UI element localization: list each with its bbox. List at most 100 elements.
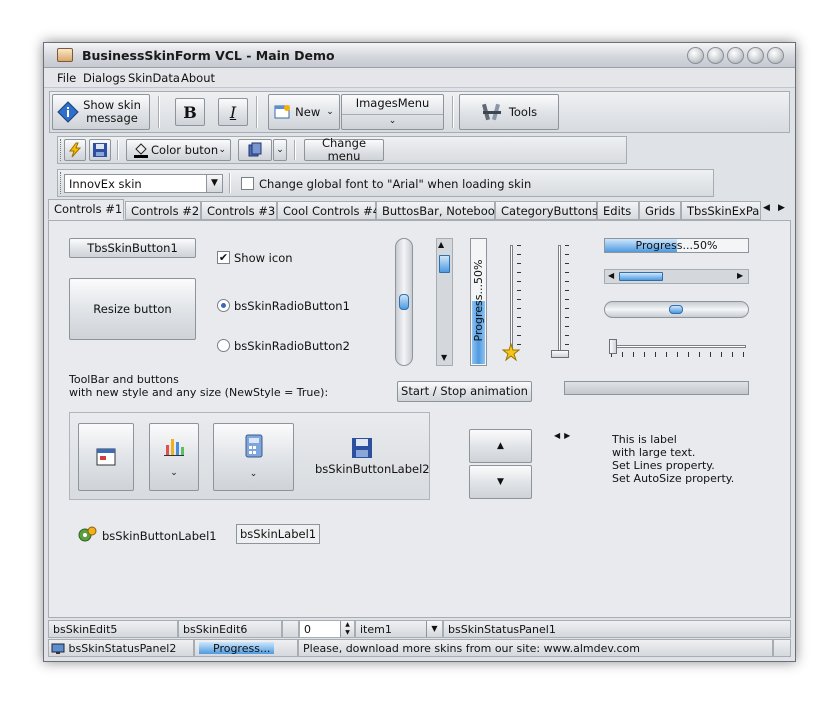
spin-arrows-horizontal[interactable]: ◀▶ xyxy=(554,431,579,445)
maximize-button[interactable] xyxy=(747,47,764,64)
skin-select[interactable]: InnovEx skin ▼ xyxy=(64,174,223,193)
bold-button[interactable]: B xyxy=(175,98,205,126)
skin-edit-5[interactable]: bsSkinEdit5 xyxy=(48,620,178,638)
skin-edit-6[interactable]: bsSkinEdit6 xyxy=(178,620,282,638)
tab-scroll-right-icon[interactable]: ▶ xyxy=(778,203,785,213)
window-button[interactable] xyxy=(78,423,134,491)
copy-button[interactable] xyxy=(238,139,272,161)
italic-button[interactable]: I xyxy=(218,98,248,126)
scroll-up-icon[interactable]: ▲ xyxy=(438,240,444,249)
tab-categorybuttons[interactable]: CategoryButtons xyxy=(495,201,598,220)
menu-dialogs[interactable]: Dialogs xyxy=(83,71,126,85)
size-grip[interactable] xyxy=(773,639,791,657)
button-label-2[interactable]: bsSkinButtonLabel2 xyxy=(315,462,430,476)
minimize-button[interactable] xyxy=(727,47,744,64)
change-menu-button[interactable]: Change menu xyxy=(304,137,384,163)
tab-controls-3[interactable]: Controls #3 xyxy=(201,201,277,220)
tab-edits[interactable]: Edits xyxy=(597,201,639,220)
resize-button[interactable]: Resize button xyxy=(69,278,196,340)
title-bar[interactable]: BusinessSkinForm VCL - Main Demo xyxy=(44,43,795,68)
tab-scroll-left-icon[interactable]: ◀ xyxy=(763,203,770,213)
menu-about[interactable]: About xyxy=(181,71,215,85)
page-tabs: Controls #1 Controls #2 Controls #3 Cool… xyxy=(48,199,793,220)
paint-bucket-icon xyxy=(134,143,148,158)
calculator-button[interactable]: ⌄ xyxy=(213,423,294,491)
button-label-1[interactable]: bsSkinButtonLabel1 xyxy=(102,529,217,543)
status-progress: Progress... xyxy=(194,639,298,657)
chevron-down-icon[interactable]: ▼ xyxy=(426,621,442,637)
down-arrow-button[interactable]: ▼ xyxy=(469,465,532,499)
tab-buttonsbar-notebook[interactable]: ButtosBar, Notebook xyxy=(376,201,501,220)
tools-button[interactable]: Tools xyxy=(459,94,559,130)
radio-button-2[interactable] xyxy=(217,339,230,352)
secondary-toolbar: Color buton ⌄ ⌄ Change menu xyxy=(57,136,627,164)
trackbar-thumb[interactable] xyxy=(669,305,683,314)
start-stop-animation-button[interactable]: Start / Stop animation xyxy=(397,381,532,402)
tab-cool-controls-4[interactable]: Cool Controls #4 xyxy=(277,201,380,220)
trackbar-thumb[interactable] xyxy=(551,350,569,358)
tab-controls-1[interactable]: Controls #1 xyxy=(48,199,124,220)
info-icon xyxy=(57,101,79,123)
horizontal-trackbar-rounded[interactable] xyxy=(604,301,749,318)
gears-icon xyxy=(78,526,97,542)
toolbar-caption-line1: ToolBar and buttons xyxy=(69,373,179,386)
horizontal-trackbar[interactable] xyxy=(611,345,746,348)
menu-file[interactable]: File xyxy=(57,71,76,85)
close-button[interactable] xyxy=(767,47,784,64)
up-arrow-button[interactable]: ▲ xyxy=(469,429,532,463)
toolbar-grip[interactable] xyxy=(60,172,62,194)
trackbar-thumb[interactable] xyxy=(399,294,409,310)
trackbar-ticks xyxy=(611,352,746,357)
app-icon[interactable] xyxy=(57,48,73,62)
spin-edit[interactable]: 0 ▲ ▼ xyxy=(299,620,355,638)
scrollbar-thumb[interactable] xyxy=(439,255,450,273)
star-thumb-icon[interactable] xyxy=(502,343,520,361)
tab-grids[interactable]: Grids xyxy=(639,201,681,220)
tbs-skin-button1[interactable]: TbsSkinButton1 xyxy=(69,238,196,258)
vertical-scrollbar[interactable]: ▲ ▼ xyxy=(436,238,453,366)
show-icon-label: Show icon xyxy=(234,251,293,265)
scroll-left-icon[interactable]: ◀ xyxy=(608,271,614,280)
radio-button-1[interactable] xyxy=(217,299,230,312)
large-label-line: with large text. xyxy=(612,446,696,459)
spin-edit-value: 0 xyxy=(304,623,311,636)
toolbar-grip[interactable] xyxy=(60,139,62,161)
status-panel-1: bsSkinStatusPanel1 xyxy=(443,620,791,638)
scroll-right-icon[interactable]: ▶ xyxy=(737,271,743,280)
lightning-button[interactable] xyxy=(64,139,86,161)
global-font-checkbox-label: Change global font to "Arial" when loadi… xyxy=(259,177,532,191)
scrollbar-thumb[interactable] xyxy=(619,272,663,281)
arrow-up-icon: ▲ xyxy=(497,440,504,451)
rollup-button[interactable] xyxy=(707,47,724,64)
show-skin-message-button[interactable]: Show skin message xyxy=(52,94,150,130)
toolbar-separator xyxy=(294,140,296,160)
new-document-icon xyxy=(274,105,291,119)
chevron-down-icon[interactable]: ▼ xyxy=(206,175,222,192)
large-label-line: Set Lines property. xyxy=(612,459,715,472)
tab-controls-2[interactable]: Controls #2 xyxy=(125,201,201,220)
horizontal-scrollbar[interactable]: ◀ ▶ xyxy=(604,269,749,284)
global-font-checkbox[interactable] xyxy=(241,177,254,190)
chart-button[interactable]: ⌄ xyxy=(149,423,199,491)
tab-tbsskinexpanel[interactable]: TbsSkinExPan xyxy=(681,201,761,220)
save-button[interactable] xyxy=(89,139,111,161)
menu-skindata[interactable]: SkinData xyxy=(128,71,180,85)
item-select[interactable]: item1 ▼ xyxy=(355,620,443,638)
vertical-trackbar[interactable] xyxy=(558,245,561,355)
large-label-line: Set AutoSize property. xyxy=(612,472,735,485)
new-button[interactable]: New ⌄ xyxy=(268,94,340,130)
chevron-down-icon: ⌄ xyxy=(326,106,334,117)
vertical-trackbar-star[interactable] xyxy=(510,245,513,351)
toolbar-separator xyxy=(256,96,258,128)
vertical-trackbar-rounded[interactable] xyxy=(395,238,413,366)
spin-buttons[interactable]: ▲ ▼ xyxy=(340,621,354,637)
trackbar-thumb[interactable] xyxy=(609,339,617,354)
minimize-to-tray-button[interactable] xyxy=(687,47,704,64)
scroll-down-icon[interactable]: ▼ xyxy=(441,353,447,362)
show-icon-checkbox[interactable]: ✔ xyxy=(217,251,230,264)
toolbar-separator xyxy=(452,96,454,128)
copy-dropdown-button[interactable]: ⌄ xyxy=(273,139,287,161)
vertical-progress-bar: Progress...50% xyxy=(470,238,487,366)
color-button[interactable]: Color buton ⌄ xyxy=(126,139,231,161)
images-menu-button[interactable]: ImagesMenu ⌄ xyxy=(341,94,444,130)
